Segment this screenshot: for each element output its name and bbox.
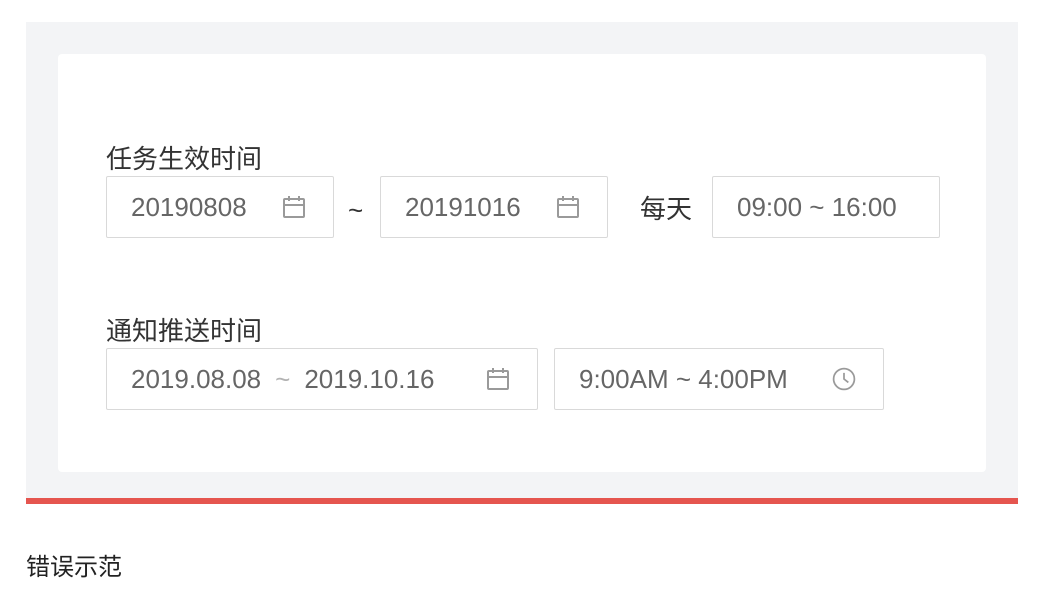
example-card: 任务生效时间 20190808 ~ 20191016 每天 09:00 ~ 16… (58, 54, 986, 472)
calendar-icon[interactable] (281, 194, 307, 220)
push-start-date-value: 2019.08.08 (131, 363, 262, 394)
calendar-icon[interactable] (555, 194, 581, 220)
task-effective-time-label: 任务生效时间 (106, 145, 263, 175)
calendar-icon[interactable] (485, 366, 511, 392)
push-range-separator: ~ (275, 363, 291, 394)
task-start-date-value: 20190808 (131, 191, 247, 222)
push-time-range-input[interactable]: 9:00AM ~ 4:00PM (554, 348, 884, 410)
recurrence-label: 每天 (640, 195, 693, 225)
task-end-date-value: 20191016 (405, 191, 521, 222)
clock-icon[interactable] (831, 366, 857, 392)
task-start-date-input[interactable]: 20190808 (106, 176, 334, 238)
push-end-date-value: 2019.10.16 (304, 363, 435, 394)
error-indicator-bar (26, 498, 1018, 504)
task-time-range-input[interactable]: 09:00 ~ 16:00 (712, 176, 940, 238)
date-range-separator: ~ (348, 195, 364, 225)
push-date-range-input[interactable]: 2019.08.08 ~ 2019.10.16 (106, 348, 538, 410)
wrong-example-label: 错误示范 (26, 553, 122, 581)
example-frame: 任务生效时间 20190808 ~ 20191016 每天 09:00 ~ 16… (26, 22, 1018, 498)
task-time-range-value: 09:00 ~ 16:00 (737, 191, 897, 222)
notification-push-time-label: 通知推送时间 (106, 317, 263, 347)
push-time-range-value: 9:00AM ~ 4:00PM (579, 363, 788, 394)
task-end-date-input[interactable]: 20191016 (380, 176, 608, 238)
